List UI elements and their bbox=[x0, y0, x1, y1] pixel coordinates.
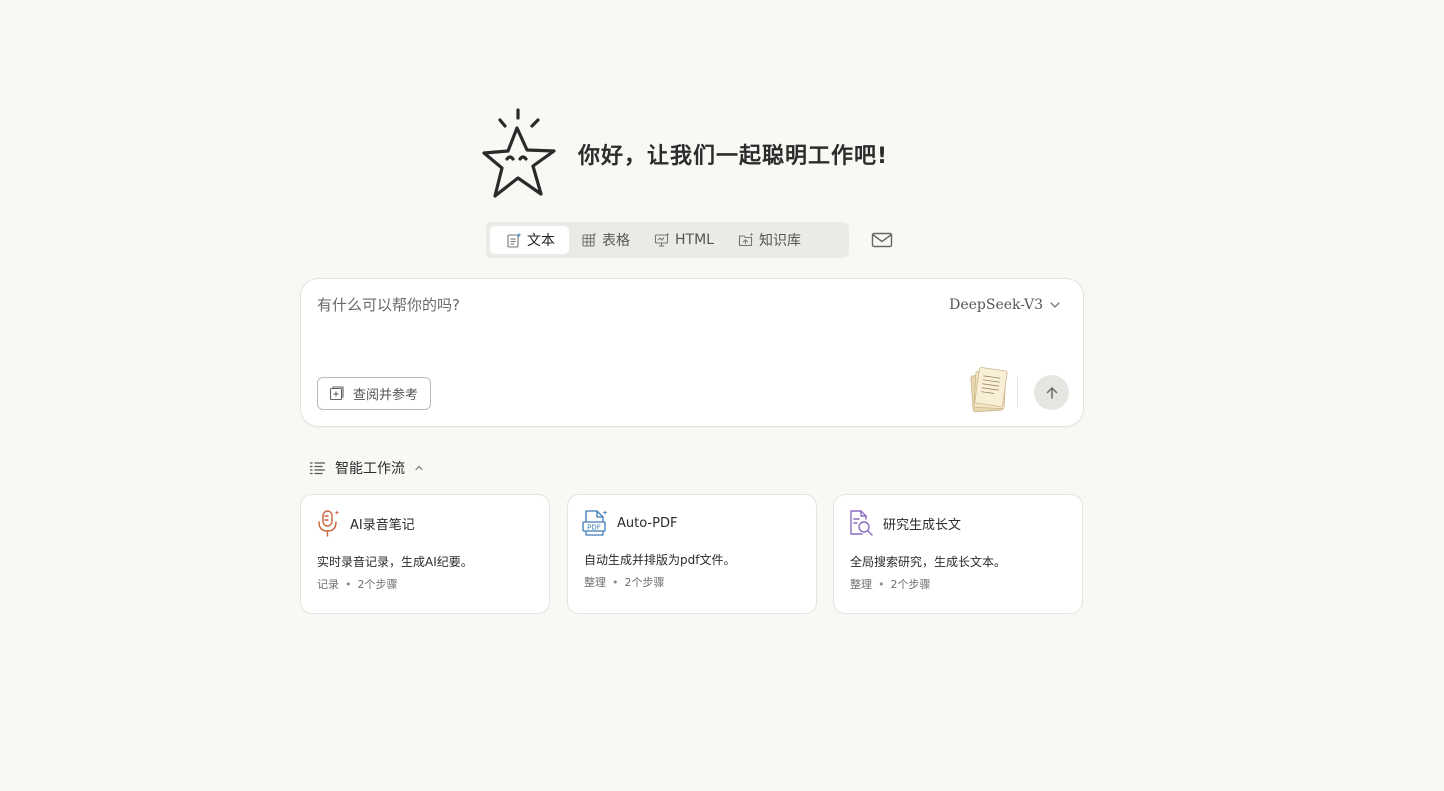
folder-icon bbox=[738, 232, 754, 247]
table-icon bbox=[582, 232, 597, 247]
tab-text-label: 文本 bbox=[527, 233, 555, 249]
add-reference-icon bbox=[329, 385, 344, 400]
card-tag: 整理 bbox=[850, 578, 872, 591]
svg-text:PDF: PDF bbox=[587, 524, 601, 532]
card-steps: 2个步骤 bbox=[890, 578, 931, 591]
document-stack-icon[interactable] bbox=[969, 367, 1011, 413]
card-description: 实时录音记录，生成AI纪要。 bbox=[317, 555, 473, 569]
tab-text[interactable]: 文本 bbox=[490, 226, 569, 254]
card-description: 全局搜索研究，生成长文本。 bbox=[850, 555, 1007, 569]
card-description: 自动生成并排版为pdf文件。 bbox=[584, 553, 736, 567]
card-header: PDF Auto-PDF bbox=[582, 509, 677, 537]
card-meta: 记录 • 2个步骤 bbox=[317, 576, 398, 592]
workflow-card-research-longform[interactable]: 研究生成长文 全局搜索研究，生成长文本。 整理 • 2个步骤 bbox=[833, 494, 1083, 614]
chevron-down-icon bbox=[1050, 302, 1060, 308]
reference-button[interactable]: 查阅并参考 bbox=[317, 377, 432, 410]
tab-table[interactable]: 表格 bbox=[569, 226, 642, 254]
card-tag: 记录 bbox=[317, 578, 339, 591]
tab-knowledge-base[interactable]: 知识库 bbox=[726, 226, 813, 254]
card-header: 研究生成长文 bbox=[848, 509, 961, 537]
html-slide-icon bbox=[654, 232, 670, 247]
tab-html[interactable]: HTML bbox=[642, 226, 726, 254]
chat-input-box: DeepSeek-V3 查阅并参考 bbox=[300, 278, 1084, 427]
model-select-label: DeepSeek-V3 bbox=[949, 297, 1043, 313]
separator-dot: • bbox=[878, 577, 885, 591]
pdf-icon: PDF bbox=[582, 510, 608, 536]
model-select[interactable]: DeepSeek-V3 bbox=[949, 297, 1061, 313]
card-header: AI录音笔记 bbox=[315, 509, 415, 537]
separator-dot: • bbox=[612, 575, 619, 589]
workflow-card-ai-recording[interactable]: AI录音笔记 实时录音记录，生成AI纪要。 记录 • 2个步骤 bbox=[300, 494, 550, 614]
card-title: Auto-PDF bbox=[617, 515, 678, 531]
card-steps: 2个步骤 bbox=[357, 578, 398, 591]
home-page: 你好，让我们一起聪明工作吧! 文本 表格 HTML 知识库 有什么可以帮你的吗?… bbox=[0, 0, 1444, 791]
list-icon bbox=[309, 461, 326, 474]
card-meta: 整理 • 2个步骤 bbox=[584, 574, 665, 590]
star-mascot-icon bbox=[482, 108, 556, 198]
separator-dot: • bbox=[345, 577, 352, 591]
mode-tabs: 文本 表格 HTML 知识库 bbox=[486, 222, 849, 258]
microphone-icon bbox=[318, 510, 340, 537]
arrow-up-icon bbox=[1046, 386, 1057, 399]
workflow-card-auto-pdf[interactable]: PDF Auto-PDF 自动生成并排版为pdf文件。 整理 • 2个步骤 bbox=[567, 494, 817, 614]
workflow-toggle[interactable]: 智能工作流 bbox=[309, 458, 424, 478]
reference-button-label: 查阅并参考 bbox=[353, 388, 419, 403]
prompt-input[interactable] bbox=[317, 293, 917, 317]
workflow-title: 智能工作流 bbox=[335, 461, 405, 477]
mail-icon[interactable] bbox=[870, 230, 894, 250]
card-meta: 整理 • 2个步骤 bbox=[850, 576, 931, 592]
chevron-up-icon bbox=[415, 465, 423, 471]
page-title: 你好，让我们一起聪明工作吧! bbox=[578, 144, 889, 169]
tab-table-label: 表格 bbox=[602, 233, 630, 249]
card-title: AI录音笔记 bbox=[350, 517, 415, 533]
divider bbox=[1017, 377, 1018, 407]
card-tag: 整理 bbox=[584, 576, 606, 589]
tab-knowledge-base-label: 知识库 bbox=[758, 233, 801, 249]
hero: 你好，让我们一起聪明工作吧! bbox=[480, 106, 888, 202]
search-doc-icon bbox=[850, 510, 873, 536]
send-button[interactable] bbox=[1034, 375, 1069, 410]
card-title: 研究生成长文 bbox=[883, 517, 962, 533]
card-steps: 2个步骤 bbox=[624, 576, 665, 589]
tab-html-label: HTML bbox=[675, 232, 714, 248]
text-doc-icon bbox=[507, 232, 522, 248]
